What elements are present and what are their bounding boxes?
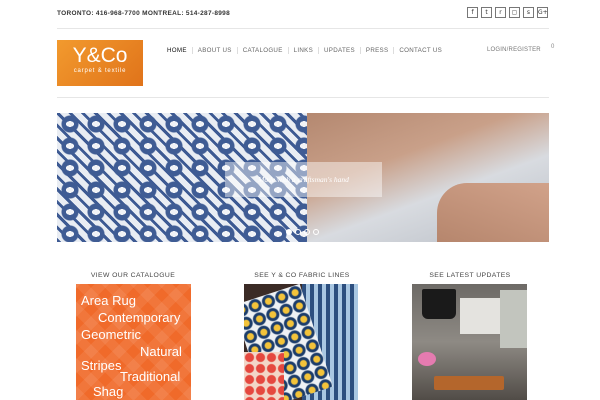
- slider-caption: Made with a craftsman's hand: [225, 162, 382, 197]
- cart-count[interactable]: 0: [551, 44, 554, 50]
- catalogue-image[interactable]: Area Rug Contemporary Geometric Natural …: [76, 284, 191, 400]
- twitter-icon[interactable]: t: [481, 7, 492, 18]
- catalogue-word: Stripes: [81, 358, 122, 373]
- slider-dot[interactable]: [286, 229, 292, 235]
- lamp-shape: [422, 289, 456, 319]
- nav-updates[interactable]: UPDATES: [319, 47, 360, 54]
- nav-links[interactable]: LINKS: [289, 47, 318, 54]
- nav-catalogue[interactable]: CATALOGUE: [238, 47, 288, 54]
- instagram-icon[interactable]: ▢: [509, 7, 520, 18]
- flower-shape: [418, 352, 436, 366]
- nav-contact-us[interactable]: CONTACT US: [394, 47, 447, 54]
- skype-icon[interactable]: s: [523, 7, 534, 18]
- fabric-lines-image[interactable]: [244, 284, 358, 400]
- fabric-lines-heading[interactable]: SEE Y & CO FABRIC LINES: [222, 272, 382, 279]
- floral-fabric: [244, 352, 284, 400]
- top-divider: [57, 28, 549, 29]
- logo-tagline: carpet & textile: [73, 68, 127, 74]
- catalogue-word: Geometric: [81, 327, 141, 342]
- catalogue-heading[interactable]: VIEW OUR CATALOGUE: [53, 272, 213, 279]
- login-register-link[interactable]: LOGIN/REGISTER: [487, 47, 541, 53]
- updates-image[interactable]: [412, 284, 527, 400]
- googleplus-icon[interactable]: G+: [537, 7, 548, 18]
- site-logo[interactable]: Y&Co carpet & textile: [57, 40, 143, 86]
- logo-brand: Y&Co: [72, 44, 128, 67]
- social-icons: f t r ▢ s G+: [467, 7, 548, 18]
- header-divider: [57, 97, 549, 98]
- slider-dot[interactable]: [295, 229, 301, 235]
- cabinet-shape: [460, 298, 500, 334]
- catalogue-word: Shag: [93, 384, 124, 399]
- catalogue-word: Contemporary: [98, 310, 181, 325]
- main-nav: HOME ABOUT US CATALOGUE LINKS UPDATES PR…: [162, 47, 447, 54]
- nav-home[interactable]: HOME: [162, 47, 192, 54]
- nav-about-us[interactable]: ABOUT US: [193, 47, 237, 54]
- facebook-icon[interactable]: f: [467, 7, 478, 18]
- slide-hand-image: [437, 183, 549, 242]
- catalogue-word: Area Rug: [81, 293, 136, 308]
- catalogue-word: Traditional: [120, 369, 181, 384]
- nav-press[interactable]: PRESS: [361, 47, 393, 54]
- rss-icon[interactable]: r: [495, 7, 506, 18]
- contact-phones: TORONTO: 416-968-7700 MONTREAL: 514-287-…: [57, 10, 230, 17]
- window-shape: [500, 290, 527, 348]
- top-bar: TORONTO: 416-968-7700 MONTREAL: 514-287-…: [0, 0, 600, 28]
- catalogue-word: Natural: [140, 344, 182, 359]
- slider-dot[interactable]: [313, 229, 319, 235]
- slider-dot[interactable]: [304, 229, 310, 235]
- slider-pagination: [286, 229, 319, 235]
- table-shape: [434, 376, 504, 390]
- updates-heading[interactable]: SEE LATEST UPDATES: [390, 272, 550, 279]
